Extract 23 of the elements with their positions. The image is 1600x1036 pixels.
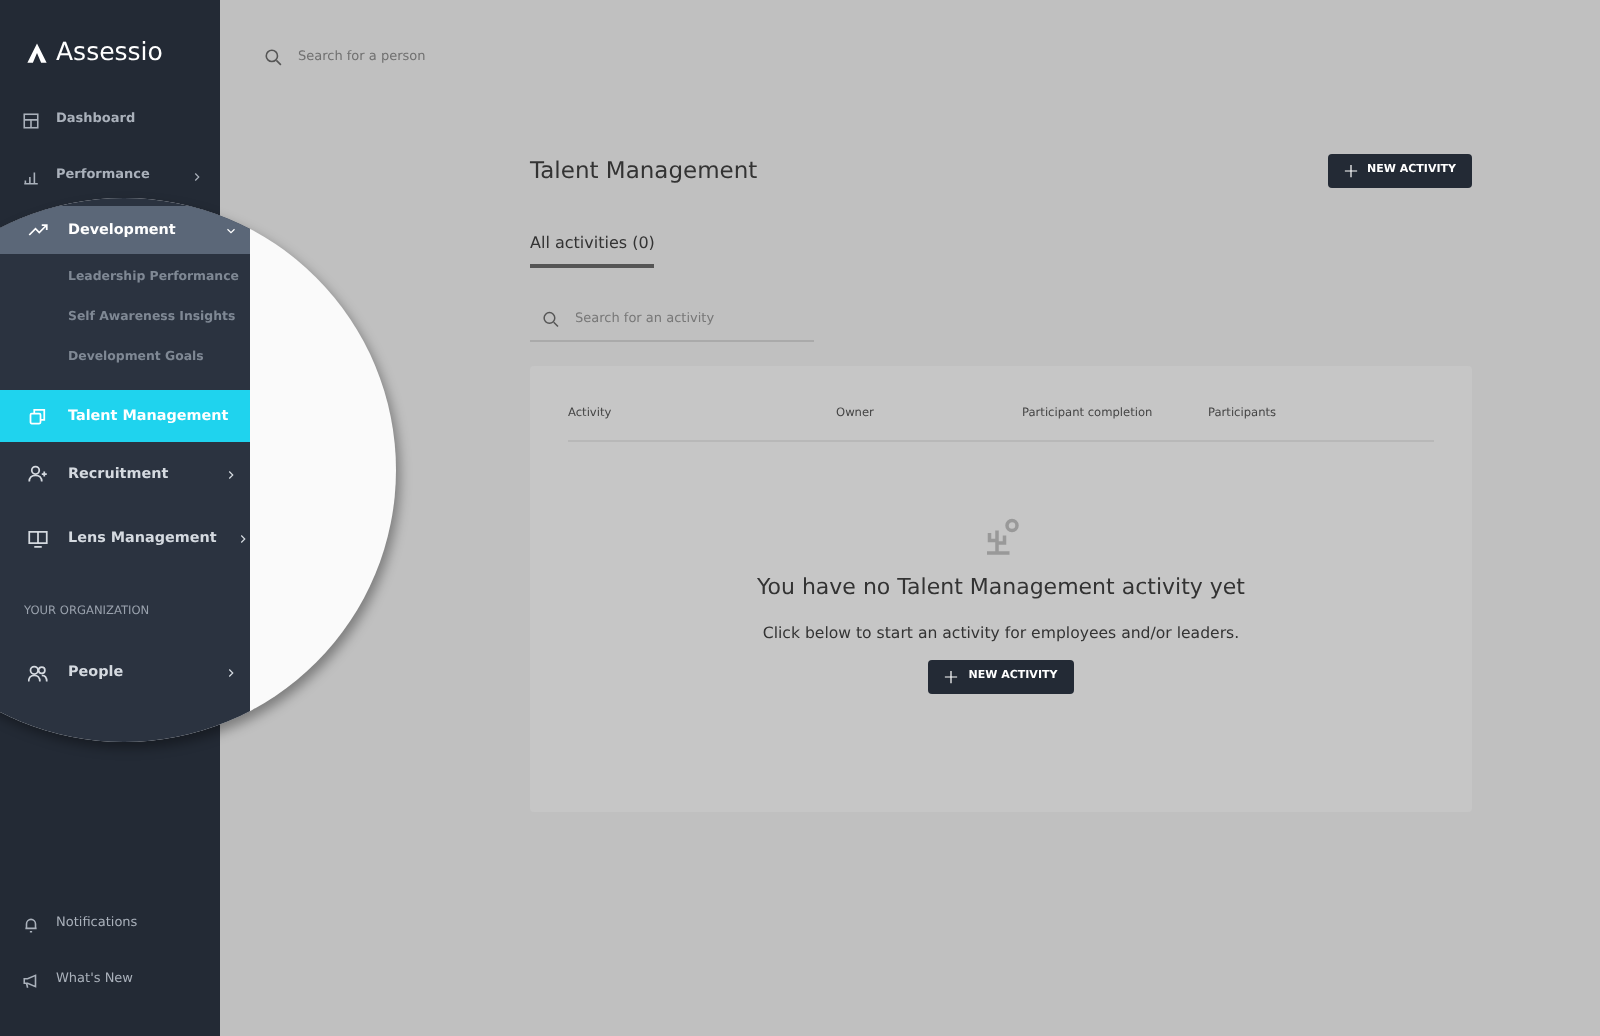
cactus-icon — [981, 518, 1021, 559]
search-icon — [264, 48, 282, 66]
plus-icon — [944, 669, 959, 684]
megaphone-icon — [22, 971, 40, 989]
dashboard-icon — [22, 111, 40, 129]
chevron-right-icon — [224, 467, 238, 481]
logo-text: Assessio — [56, 34, 163, 71]
search-icon — [542, 310, 560, 329]
trend-up-icon — [28, 220, 48, 240]
bar-chart-icon — [22, 167, 40, 185]
plus-icon — [1343, 164, 1358, 178]
stacked-cards-icon — [28, 406, 48, 426]
bell-icon — [22, 915, 40, 933]
chevron-right-icon — [224, 666, 238, 681]
person-add-icon — [28, 464, 48, 484]
chevron-down-icon — [224, 223, 238, 237]
page-title: Talent Management — [530, 157, 758, 185]
tab[interactable]: All activities (0) — [530, 232, 655, 268]
chevron-right-icon — [236, 531, 251, 545]
empty-heading: You have no Talent Management activity yet — [757, 572, 1245, 605]
chevron-right-icon — [190, 169, 204, 183]
people-icon — [28, 663, 48, 684]
logo-mark-icon — [24, 42, 50, 64]
